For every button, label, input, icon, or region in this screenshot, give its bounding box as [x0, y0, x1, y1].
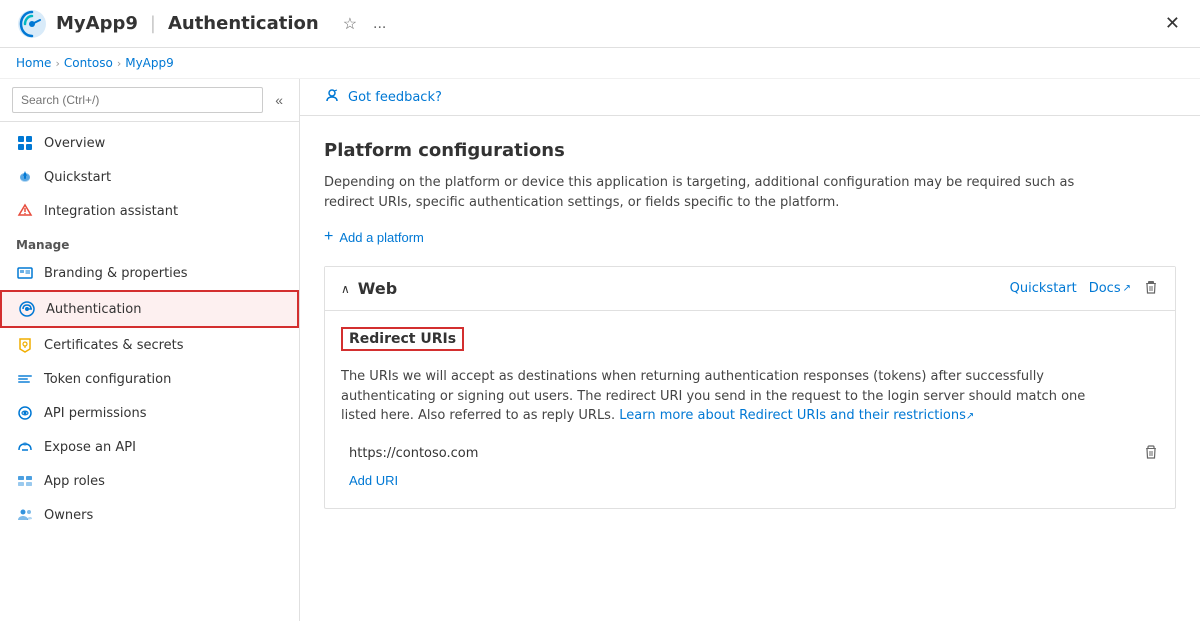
add-platform-label: Add a platform: [339, 230, 424, 245]
web-panel-title: Web: [358, 279, 1002, 298]
uri-row: https://contoso.com: [341, 438, 1159, 469]
add-platform-button[interactable]: + Add a platform: [324, 228, 424, 246]
sidebar-item-expose-api[interactable]: Expose an API: [0, 430, 299, 464]
sidebar-item-quickstart-label: Quickstart: [44, 170, 111, 185]
docs-link-label: Docs: [1089, 281, 1121, 296]
app-logo: [16, 8, 48, 40]
sidebar-item-api-permissions[interactable]: API permissions: [0, 396, 299, 430]
sidebar-item-app-roles[interactable]: App roles: [0, 464, 299, 498]
add-icon: +: [324, 228, 333, 246]
redirect-uris-title: Redirect URIs: [341, 327, 464, 351]
sidebar-item-branding-label: Branding & properties: [44, 266, 188, 281]
sidebar-item-integration[interactable]: Integration assistant: [0, 194, 299, 228]
breadcrumb-myapp9[interactable]: MyApp9: [125, 56, 174, 70]
sidebar: « Overview: [0, 79, 300, 621]
token-config-icon: [16, 370, 34, 388]
section-title: Platform configurations: [324, 140, 1176, 161]
sidebar-item-overview[interactable]: Overview: [0, 126, 299, 160]
content-body: Platform configurations Depending on the…: [300, 116, 1200, 549]
expose-api-icon: [16, 438, 34, 456]
sidebar-search-area: «: [0, 79, 299, 122]
trash-icon: [1143, 282, 1159, 298]
breadcrumb-sep-1: ›: [55, 57, 59, 70]
web-panel-actions: Quickstart Docs ↗: [1010, 279, 1159, 298]
sidebar-item-owners-label: Owners: [44, 508, 93, 523]
top-bar: MyApp9 | Authentication ☆ ... ✕: [0, 0, 1200, 48]
app-name: MyApp9: [56, 13, 138, 34]
manage-section-label: Manage: [0, 228, 299, 256]
chevron-down-icon: ∧: [341, 282, 350, 296]
sidebar-item-branding[interactable]: Branding & properties: [0, 256, 299, 290]
title-separator: |: [150, 13, 156, 34]
sidebar-item-approles-label: App roles: [44, 474, 105, 489]
redirect-desc: The URIs we will accept as destinations …: [341, 367, 1121, 426]
section-desc: Depending on the platform or device this…: [324, 173, 1124, 212]
redirect-uris-section: Redirect URIs The URIs we will accept as…: [325, 311, 1175, 508]
breadcrumb-sep-2: ›: [117, 57, 121, 70]
sidebar-item-expose-label: Expose an API: [44, 440, 136, 455]
learn-more-link[interactable]: Learn more about Redirect URIs and their…: [619, 408, 974, 423]
search-input[interactable]: [12, 87, 263, 113]
sidebar-item-authentication[interactable]: Authentication: [0, 290, 299, 328]
certificates-icon: [16, 336, 34, 354]
title-actions: ☆ ...: [339, 10, 391, 38]
integration-icon: [16, 202, 34, 220]
breadcrumb-home[interactable]: Home: [16, 56, 51, 70]
uri-value: https://contoso.com: [341, 446, 1135, 461]
sidebar-item-certificates-label: Certificates & secrets: [44, 338, 184, 353]
close-button[interactable]: ✕: [1161, 9, 1184, 38]
app-roles-icon: [16, 472, 34, 490]
api-permissions-icon: [16, 404, 34, 422]
breadcrumb-contoso[interactable]: Contoso: [64, 56, 113, 70]
more-button[interactable]: ...: [369, 11, 390, 37]
branding-icon: [16, 264, 34, 282]
web-panel-header: ∧ Web Quickstart Docs ↗: [325, 267, 1175, 311]
quickstart-link[interactable]: Quickstart: [1010, 281, 1077, 296]
sidebar-item-overview-label: Overview: [44, 136, 105, 151]
quickstart-icon: [16, 168, 34, 186]
sidebar-nav: Overview Quickstart: [0, 122, 299, 621]
collapse-icon: «: [275, 92, 283, 108]
feedback-bar: Got feedback?: [300, 79, 1200, 116]
content-area: Got feedback? Platform configurations De…: [300, 79, 1200, 621]
external-link-icon: ↗: [1123, 283, 1131, 294]
overview-icon: [16, 134, 34, 152]
add-uri-button[interactable]: Add URI: [341, 469, 398, 492]
breadcrumb: Home › Contoso › MyApp9: [0, 48, 1200, 79]
web-panel: ∧ Web Quickstart Docs ↗: [324, 266, 1176, 509]
sidebar-item-token-label: Token configuration: [44, 372, 171, 387]
sidebar-item-quickstart[interactable]: Quickstart: [0, 160, 299, 194]
web-panel-delete-button[interactable]: [1143, 279, 1159, 298]
sidebar-item-auth-label: Authentication: [46, 302, 141, 317]
feedback-icon: [324, 87, 340, 107]
title-area: MyApp9 | Authentication ☆ ...: [16, 8, 390, 40]
sidebar-item-integration-label: Integration assistant: [44, 204, 178, 219]
sidebar-item-certificates[interactable]: Certificates & secrets: [0, 328, 299, 362]
uri-delete-button[interactable]: [1143, 444, 1159, 463]
sidebar-item-owners[interactable]: Owners: [0, 498, 299, 532]
close-icon: ✕: [1165, 13, 1180, 33]
add-uri-label: Add URI: [349, 473, 398, 488]
pin-button[interactable]: ☆: [339, 10, 361, 38]
sidebar-item-api-label: API permissions: [44, 406, 146, 421]
main-layout: « Overview: [0, 79, 1200, 621]
pin-icon: ☆: [343, 16, 357, 33]
sidebar-collapse-button[interactable]: «: [271, 90, 287, 110]
docs-link[interactable]: Docs ↗: [1089, 281, 1131, 296]
authentication-icon: [18, 300, 36, 318]
quickstart-link-label: Quickstart: [1010, 281, 1077, 296]
sidebar-item-token-config[interactable]: Token configuration: [0, 362, 299, 396]
ellipsis-icon: ...: [373, 15, 386, 32]
learn-more-external-icon: ↗: [966, 411, 974, 422]
owners-icon: [16, 506, 34, 524]
feedback-text[interactable]: Got feedback?: [348, 90, 442, 105]
page-name: Authentication: [168, 13, 319, 34]
